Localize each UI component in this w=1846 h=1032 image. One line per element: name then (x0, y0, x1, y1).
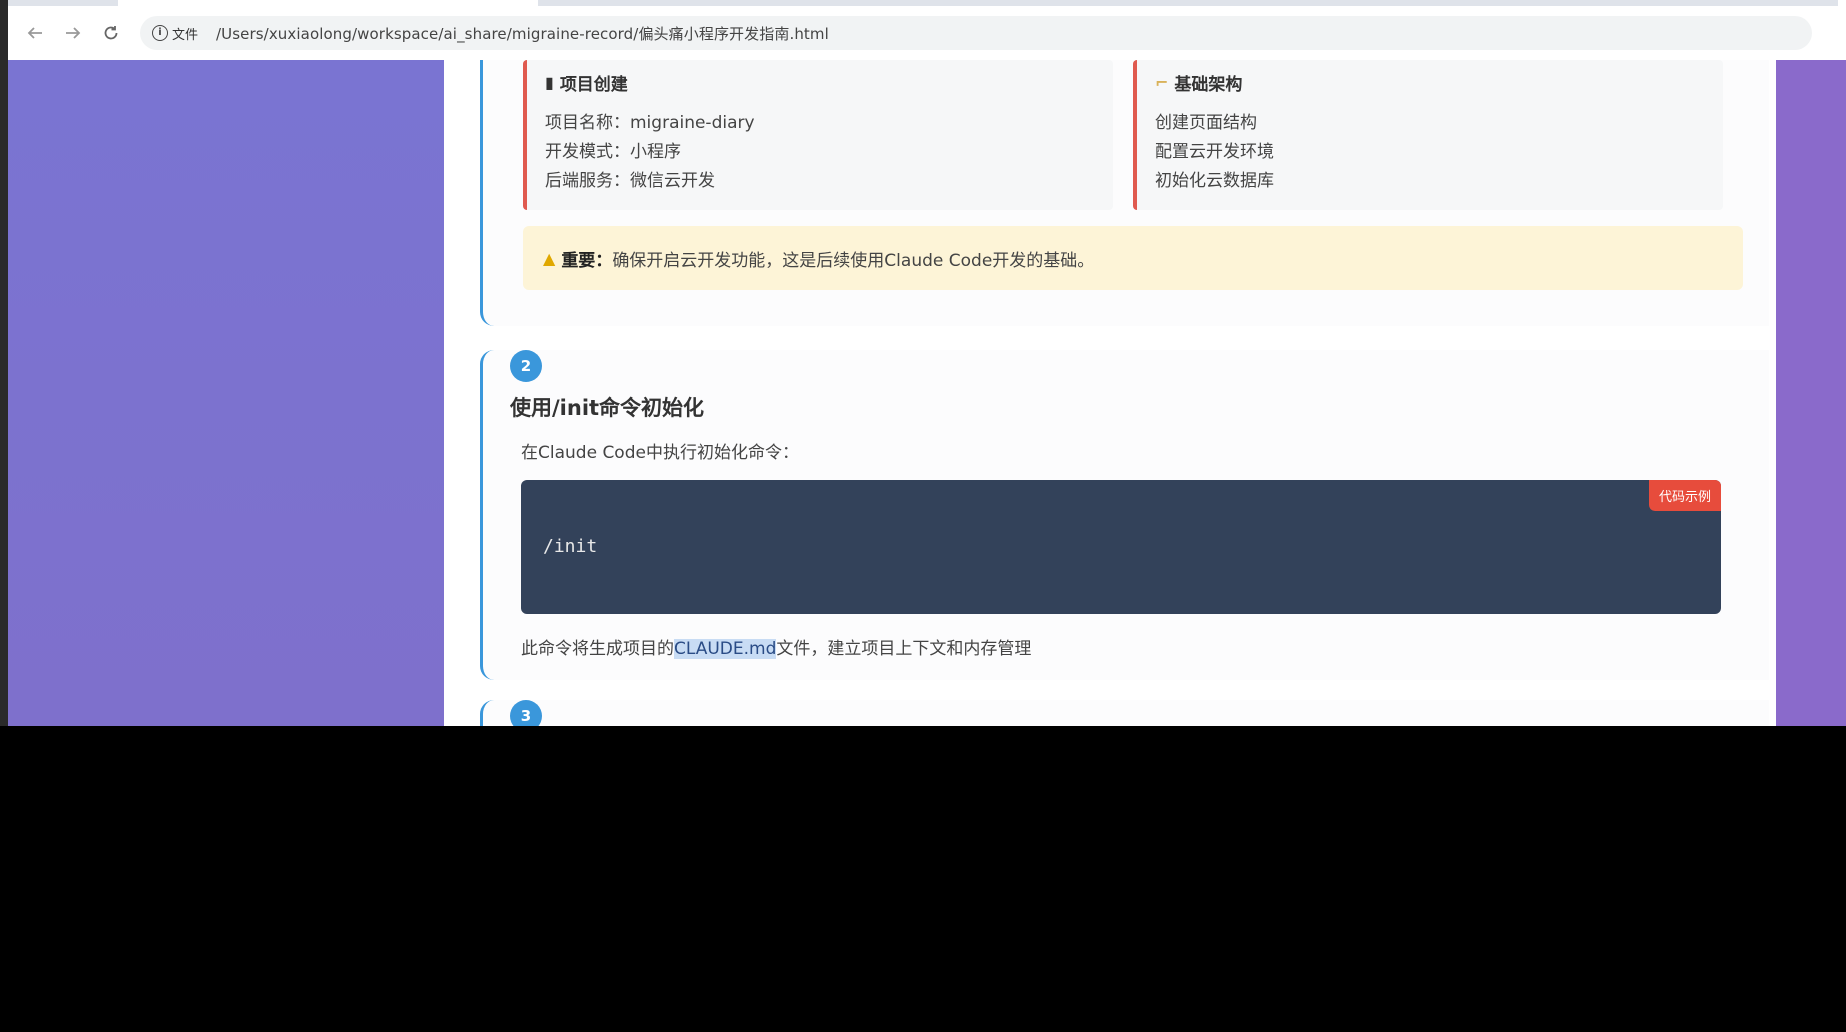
card-line: 后端服务：微信云开发 (545, 171, 715, 191)
window-edge-right (1838, 0, 1846, 60)
note-text: 此命令将生成项目的 (521, 639, 674, 659)
step-1-section: ▮ 项目创建 项目名称：migraine-diary 开发模式：小程序 后端服务… (480, 60, 1769, 326)
card-line: 配置云开发环境 (1155, 142, 1274, 162)
arrow-left-icon (27, 27, 42, 39)
base-architecture-card: ⌐ 基础架构 创建页面结构 配置云开发环境 初始化云数据库 (1133, 60, 1723, 210)
card-line: 开发模式：小程序 (545, 142, 681, 162)
page-background-left (8, 60, 444, 726)
document-content: ▮ 项目创建 项目名称：migraine-diary 开发模式：小程序 后端服务… (444, 60, 1776, 726)
card-title-text: 项目创建 (559, 75, 628, 95)
selected-text[interactable]: CLAUDE.md (674, 639, 777, 659)
step-note: 此命令将生成项目的CLAUDE.md文件，建立项目上下文和内存管理 (521, 634, 1031, 659)
site-info-button[interactable]: i 文件 (152, 24, 198, 43)
card-line: 项目名称：migraine-diary (545, 113, 755, 133)
folder-icon: ⌐ (1155, 73, 1169, 92)
card-title: ⌐ 基础架构 (1155, 70, 1242, 95)
card-line: 初始化云数据库 (1155, 171, 1274, 191)
card-title: ▮ 项目创建 (545, 70, 628, 95)
browser-toolbar: i 文件 /Users/xuxiaolong/workspace/ai_shar… (8, 6, 1838, 60)
back-button[interactable] (16, 14, 54, 52)
code-example-badge: 代码示例 (1648, 480, 1721, 511)
phone-icon: ▮ (545, 73, 554, 92)
step-3-section: 3 (480, 700, 1769, 726)
card-line: 创建页面结构 (1155, 113, 1257, 133)
code-text[interactable]: /init (543, 536, 597, 557)
note-text: 文件，建立项目上下文和内存管理 (776, 639, 1032, 659)
code-block[interactable]: 代码示例 /init (521, 480, 1721, 614)
page-background-right (1776, 60, 1846, 726)
step-description: 在Claude Code中执行初始化命令： (521, 443, 799, 463)
step-title: 使用/init命令初始化 (510, 396, 705, 420)
site-info-label: 文件 (172, 27, 199, 43)
window-edge (0, 0, 8, 726)
url-text[interactable]: /Users/xuxiaolong/workspace/ai_share/mig… (216, 23, 829, 44)
card-title-text: 基础架构 (1174, 75, 1243, 95)
reload-icon (104, 26, 118, 40)
step-number-badge: 3 (510, 700, 542, 726)
warning-text: 确保开启云开发功能，这是后续使用Claude Code开发的基础。 (612, 250, 1095, 271)
step-2-section: 2 使用/init命令初始化 在Claude Code中执行初始化命令： 代码示… (480, 350, 1769, 680)
info-icon: i (152, 25, 168, 41)
address-bar[interactable]: i 文件 /Users/xuxiaolong/workspace/ai_shar… (140, 16, 1812, 50)
forward-button[interactable] (54, 14, 92, 52)
project-creation-card: ▮ 项目创建 项目名称：migraine-diary 开发模式：小程序 后端服务… (523, 60, 1113, 210)
warning-label: 重要： (561, 250, 613, 271)
warning-box: ▲ 重要： 确保开启云开发功能，这是后续使用Claude Code开发的基础。 (523, 226, 1743, 290)
step-number-badge: 2 (510, 350, 542, 382)
warning-icon: ▲ (543, 248, 556, 268)
reload-button[interactable] (92, 14, 130, 52)
arrow-right-icon (66, 27, 81, 39)
screen-frame: i 文件 /Users/xuxiaolong/workspace/ai_shar… (0, 0, 1846, 726)
